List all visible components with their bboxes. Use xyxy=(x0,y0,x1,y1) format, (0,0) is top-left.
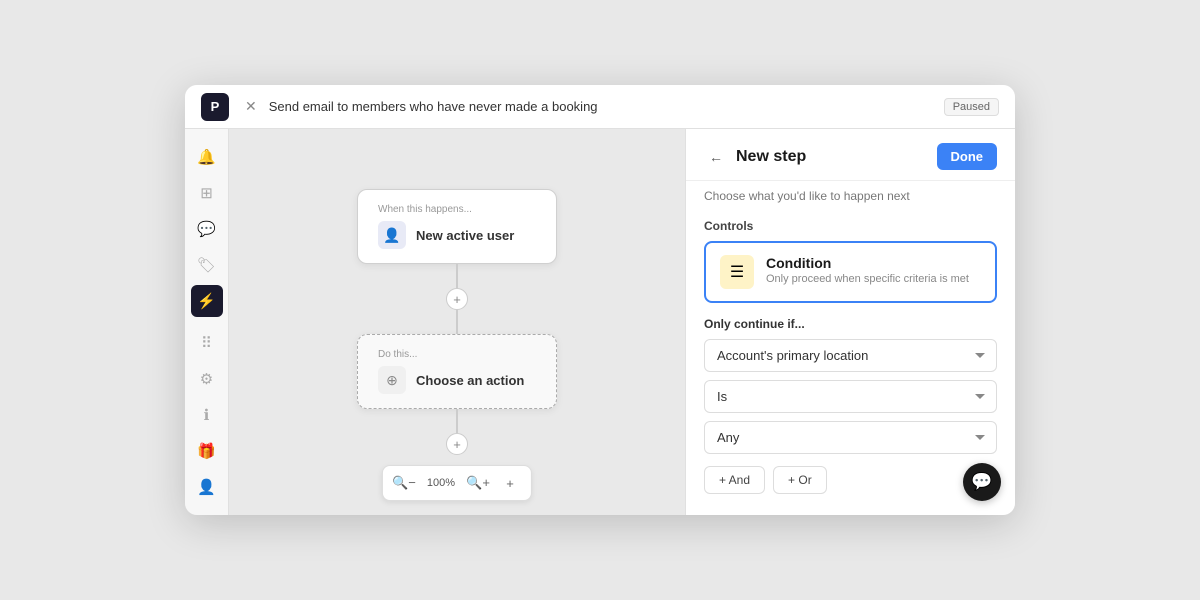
panel-title: New step xyxy=(736,148,806,166)
title-bar: P ✕ Send email to members who have never… xyxy=(185,85,1015,129)
or-button[interactable]: + Or xyxy=(773,466,827,494)
condition-title: Condition xyxy=(766,255,969,271)
canvas-toolbar: 🔍− 100% 🔍+ + xyxy=(382,465,532,501)
sidebar-icon-settings[interactable]: ⚙ xyxy=(191,363,223,395)
action-node-content: ⊕ Choose an action xyxy=(378,366,536,394)
value-dropdown[interactable]: Any xyxy=(704,421,997,454)
condition-description: Only proceed when specific criteria is m… xyxy=(766,273,969,285)
condition-card-body: Condition Only proceed when specific cri… xyxy=(766,255,969,285)
connector-line-3 xyxy=(456,409,458,433)
plus-connector-1[interactable]: + xyxy=(446,288,468,310)
canvas-area: When this happens... 👤 New active user +… xyxy=(229,129,685,515)
sidebar: 🔔 ⊞ 💬 🏷 ⚡ ⠿ ⚙ ℹ 🎁 👤 xyxy=(185,129,229,515)
connector-line-2 xyxy=(456,310,458,334)
plus-connector-2[interactable]: + xyxy=(446,433,468,455)
sidebar-icon-bell[interactable]: 🔔 xyxy=(191,141,223,173)
action-node-label: Do this... xyxy=(378,349,536,360)
zoom-in-button[interactable]: 🔍+ xyxy=(465,470,491,496)
trigger-node-icon: 👤 xyxy=(378,221,406,249)
panel-header: ← New step Done xyxy=(686,129,1015,181)
sidebar-icon-tag[interactable]: 🏷 xyxy=(191,249,223,281)
main-area: 🔔 ⊞ 💬 🏷 ⚡ ⠿ ⚙ ℹ 🎁 👤 When this happens...… xyxy=(185,129,1015,515)
status-badge: Paused xyxy=(944,98,999,116)
panel-back-button[interactable]: ← xyxy=(704,145,728,169)
close-button[interactable]: ✕ xyxy=(245,98,257,115)
controls-label: Controls xyxy=(704,219,997,233)
location-dropdown[interactable]: Account's primary location xyxy=(704,339,997,372)
condition-icon: ☰ xyxy=(720,255,754,289)
connector-line-1 xyxy=(456,264,458,288)
sidebar-icon-bolt[interactable]: ⚡ xyxy=(191,285,223,317)
operator-dropdown[interactable]: Is xyxy=(704,380,997,413)
zoom-out-button[interactable]: 🔍− xyxy=(391,470,417,496)
panel-body: Controls ☰ Condition Only proceed when s… xyxy=(686,209,1015,515)
sidebar-icon-chat[interactable]: 💬 xyxy=(191,213,223,245)
canvas-add-button[interactable]: + xyxy=(497,470,523,496)
zoom-level: 100% xyxy=(423,477,459,489)
condition-card[interactable]: ☰ Condition Only proceed when specific c… xyxy=(704,241,997,303)
sidebar-icon-apps[interactable]: ⠿ xyxy=(191,327,223,359)
trigger-node-content: 👤 New active user xyxy=(378,221,536,249)
sidebar-icon-avatar[interactable]: 👤 xyxy=(191,471,223,503)
sidebar-icon-grid[interactable]: ⊞ xyxy=(191,177,223,209)
panel-buttons: + And + Or xyxy=(704,466,997,494)
panel-done-button[interactable]: Done xyxy=(937,143,998,170)
action-node[interactable]: Do this... ⊕ Choose an action xyxy=(357,334,557,409)
canvas-nodes: When this happens... 👤 New active user +… xyxy=(357,189,557,455)
only-continue-label: Only continue if... xyxy=(704,317,997,331)
trigger-node[interactable]: When this happens... 👤 New active user xyxy=(357,189,557,264)
panel-subtitle: Choose what you'd like to happen next xyxy=(686,181,1015,209)
workflow-title: Send email to members who have never mad… xyxy=(269,99,932,114)
right-panel: ← New step Done Choose what you'd like t… xyxy=(685,129,1015,515)
and-button[interactable]: + And xyxy=(704,466,765,494)
app-logo: P xyxy=(201,93,229,121)
trigger-node-label: When this happens... xyxy=(378,204,536,215)
action-node-title: Choose an action xyxy=(416,373,524,388)
panel-header-left: ← New step xyxy=(704,145,806,169)
chat-bubble-button[interactable]: 💬 xyxy=(963,463,1001,501)
app-window: P ✕ Send email to members who have never… xyxy=(185,85,1015,515)
trigger-node-title: New active user xyxy=(416,228,514,243)
sidebar-icon-info[interactable]: ℹ xyxy=(191,399,223,431)
sidebar-icon-gift[interactable]: 🎁 xyxy=(191,435,223,467)
action-node-icon: ⊕ xyxy=(378,366,406,394)
